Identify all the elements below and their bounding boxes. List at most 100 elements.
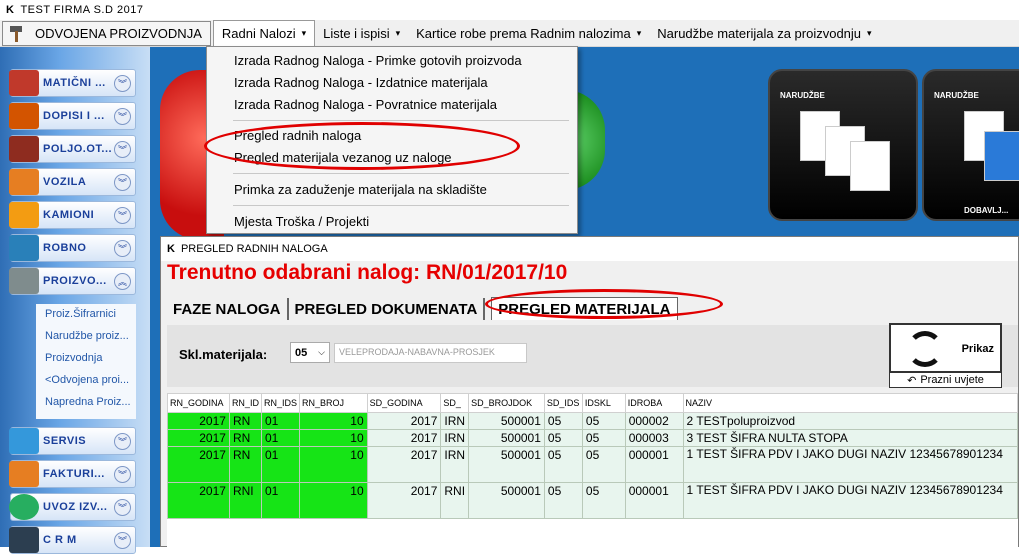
column-header[interactable]: SD_ xyxy=(440,393,470,413)
sidebar-item-kamioni[interactable]: KAMIONI ︾ xyxy=(9,201,136,229)
chevron-down-icon[interactable]: ︾ xyxy=(114,531,131,549)
books-icon xyxy=(9,70,39,96)
chevron-up-icon[interactable]: ︽ xyxy=(114,272,131,290)
highlight-oval xyxy=(485,289,723,319)
column-header[interactable]: SD_GODINA xyxy=(366,393,442,413)
menu-item-izdatnice[interactable]: Izrada Radnog Naloga - Izdatnice materij… xyxy=(234,75,488,90)
column-header[interactable]: RN_GODINA xyxy=(167,393,230,413)
sidebar-item-servis[interactable]: SERVIS ︾ xyxy=(9,427,136,455)
prazni-uvjete-button[interactable]: ↶ Prazni uvjete xyxy=(889,372,1002,388)
truck-icon xyxy=(9,202,39,228)
chevron-down-icon[interactable]: ︾ xyxy=(114,206,131,224)
cell: IRN xyxy=(440,446,470,483)
tile-narudzbe-dobavljaci[interactable]: NARUDŽBE DOBAVLJ... xyxy=(922,69,1019,221)
chevron-down-icon[interactable]: ︾ xyxy=(114,432,131,450)
cell: 05 xyxy=(543,446,583,483)
tab-pregled-dokumenata[interactable]: PREGLED DOKUMENATA xyxy=(289,298,486,320)
chevron-down-icon[interactable]: ︾ xyxy=(114,140,131,158)
chevron-down-icon[interactable]: ︾ xyxy=(114,465,131,483)
window-title: TEST FIRMA S.D 2017 xyxy=(20,4,144,16)
warehouse-description: VELEPRODAJA-NABAVNA-PROSJEK xyxy=(334,343,527,363)
cell: 05 xyxy=(581,446,626,483)
tractor-icon xyxy=(9,136,39,162)
sidebar-item-poljo[interactable]: POLJO.OT... ︾ xyxy=(9,135,136,163)
cell: RN xyxy=(228,446,262,483)
prikaz-button[interactable]: Prikaz xyxy=(889,323,1002,373)
cell: 1 TEST ŠIFRA PDV I JAKO DUGI NAZIV 12345… xyxy=(682,446,1018,483)
column-header[interactable]: IDSKL xyxy=(581,393,626,413)
column-header[interactable]: IDROBA xyxy=(624,393,684,413)
cell: 3 TEST ŠIFRA NULTA STOPA xyxy=(682,429,1018,447)
monitor-icon xyxy=(984,131,1019,181)
sidebar-item-label: C R M xyxy=(43,534,77,546)
column-header[interactable]: SD_BROJDOK xyxy=(468,393,545,413)
sidebar-subitem[interactable]: Proiz.Šifrarnici xyxy=(45,308,116,320)
sidebar-item-fakturiranje[interactable]: FAKTURI... ︾ xyxy=(9,460,136,488)
cell: 500001 xyxy=(468,446,545,483)
sidebar-item-label: UVOZ IZV... xyxy=(43,501,108,513)
chevron-down-icon[interactable]: ︾ xyxy=(114,173,131,191)
document-icon xyxy=(850,141,890,191)
sidebar-subitem[interactable]: <Odvojena proi... xyxy=(45,374,129,386)
chevron-down-icon[interactable]: ︾ xyxy=(114,107,131,125)
menu-liste-i-ispisi[interactable]: Liste i ispisi ▾ xyxy=(315,21,408,45)
sidebar-item-proizvodnja[interactable]: PROIZVO... ︽ xyxy=(9,267,136,295)
window-titlebar: K TEST FIRMA S.D 2017 xyxy=(0,0,1019,20)
menu-item-povratnice[interactable]: Izrada Radnog Naloga - Povratnice materi… xyxy=(234,97,497,112)
globe-icon xyxy=(9,494,39,520)
menu-separator xyxy=(233,205,569,206)
table-row[interactable]: 2017 RN 01 10 2017 IRN 500001 05 05 000003 3 TEST … xyxy=(167,429,1018,447)
menu-narudzbe-materijala[interactable]: Narudžbe materijala za proizvodnju ▾ xyxy=(649,21,879,45)
column-header[interactable]: RN_ID xyxy=(228,393,262,413)
table-row[interactable]: 2017 RNI 01 10 2017 RNI 500001 05 05 000001 1 TEST… xyxy=(167,482,1018,519)
warehouse-select[interactable]: 05 ⌵ xyxy=(290,342,330,363)
menu-item-primke[interactable]: Izrada Radnog Naloga - Primke gotovih pr… xyxy=(234,53,522,68)
sidebar-subitem[interactable]: Napredna Proiz... xyxy=(45,396,131,408)
cell: 2 TESTpoluproizvod xyxy=(682,412,1018,430)
column-header[interactable]: NAZIV xyxy=(682,393,1018,413)
sidebar-item-robno[interactable]: ROBNO ︾ xyxy=(9,234,136,262)
chevron-down-icon[interactable]: ︾ xyxy=(114,74,131,92)
table-row[interactable]: 2017 RN 01 10 2017 IRN 500001 05 05 000002 2 TESTp… xyxy=(167,412,1018,430)
sidebar-item-vozila[interactable]: VOZILA ︾ xyxy=(9,168,136,196)
column-header[interactable]: RN_IDS xyxy=(260,393,300,413)
cell: 000002 xyxy=(624,412,684,430)
current-order-label: Trenutno odabrani nalog: RN/01/2017/10 xyxy=(167,261,568,284)
pregled-radnih-naloga-window: K PREGLED RADNIH NALOGA Trenutno odabran… xyxy=(160,236,1019,548)
column-header[interactable]: RN_BROJ xyxy=(298,393,368,413)
refresh-icon xyxy=(907,331,943,367)
cell: 2017 xyxy=(167,412,230,430)
filter-panel: Skl.materijala: 05 ⌵ VELEPRODAJA-NABAVNA-… xyxy=(167,323,1018,388)
menu-item-primka-zaduzenje[interactable]: Primka za zaduženje materijala na skladi… xyxy=(234,182,487,197)
menu-radni-nalozi[interactable]: Radni Nalozi ▾ xyxy=(212,20,316,46)
highlight-oval xyxy=(204,122,520,170)
cell: RNI xyxy=(228,482,262,519)
sidebar-item-label: KAMIONI xyxy=(43,209,95,221)
chevron-down-icon[interactable]: ︾ xyxy=(114,239,131,257)
sidebar-item-maticni[interactable]: MATIČNI ... ︾ xyxy=(9,69,136,97)
tile-narudzbe[interactable]: NARUDŽBE xyxy=(768,69,918,221)
menu-odvojena-proizvodnja[interactable]: ODVOJENA PROIZVODNJA xyxy=(2,20,211,46)
tile-label: NARUDŽBE xyxy=(934,91,979,100)
sidebar-subitem[interactable]: Proizvodnja xyxy=(45,352,102,364)
menu-kartice-robe[interactable]: Kartice robe prema Radnim nalozima ▾ xyxy=(408,21,649,45)
sidebar-item-dopisi[interactable]: DOPISI I ... ︾ xyxy=(9,102,136,130)
cell: 2017 xyxy=(366,482,442,519)
menu-label: Radni Nalozi xyxy=(221,26,296,41)
sidebar-item-crm[interactable]: C R M ︾ xyxy=(9,526,136,554)
cell: 01 xyxy=(260,429,300,447)
chevron-down-icon[interactable]: ︾ xyxy=(114,498,131,516)
menu-item-mjesta-troska[interactable]: Mjesta Troška / Projekti xyxy=(234,214,369,229)
column-header[interactable]: SD_IDS xyxy=(543,393,583,413)
sidebar-subitem[interactable]: Narudžbe proiz... xyxy=(45,330,129,342)
cell: 2017 xyxy=(167,429,230,447)
cell: IRN xyxy=(440,429,470,447)
chevron-down-icon: ▾ xyxy=(636,27,642,38)
table-row[interactable]: 2017 RN 01 10 2017 IRN 500001 05 05 000001 1 TEST … xyxy=(167,446,1018,483)
book-icon xyxy=(9,235,39,261)
undo-arrow-icon: ↶ xyxy=(907,374,917,387)
cell: 01 xyxy=(260,446,300,483)
cell: 01 xyxy=(260,412,300,430)
tab-faze-naloga[interactable]: FAZE NALOGA xyxy=(167,298,289,320)
sidebar-item-uvoz[interactable]: UVOZ IZV... ︾ xyxy=(9,493,136,521)
